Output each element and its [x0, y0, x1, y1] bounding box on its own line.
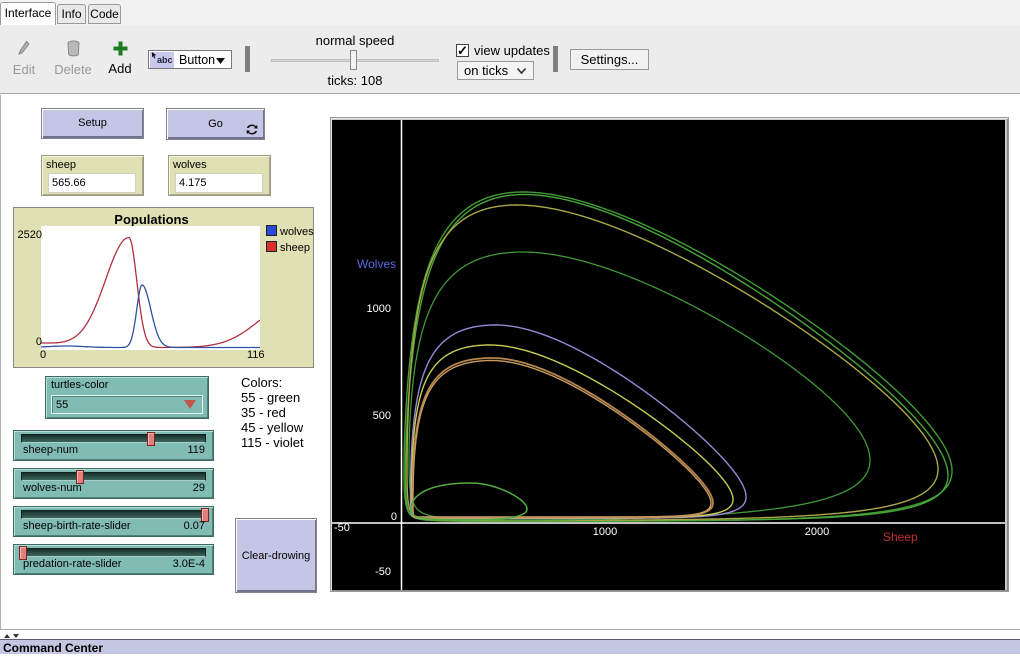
svg-text:Wolves: Wolves [357, 257, 396, 271]
svg-text:2000: 2000 [805, 526, 829, 538]
svg-text:1000: 1000 [593, 526, 617, 538]
svg-text:1000: 1000 [367, 303, 391, 315]
svg-text:-50: -50 [375, 566, 391, 578]
svg-text:-50: -50 [334, 522, 350, 534]
svg-text:0: 0 [391, 511, 397, 523]
svg-text:Sheep: Sheep [883, 530, 918, 544]
svg-text:500: 500 [373, 410, 391, 422]
